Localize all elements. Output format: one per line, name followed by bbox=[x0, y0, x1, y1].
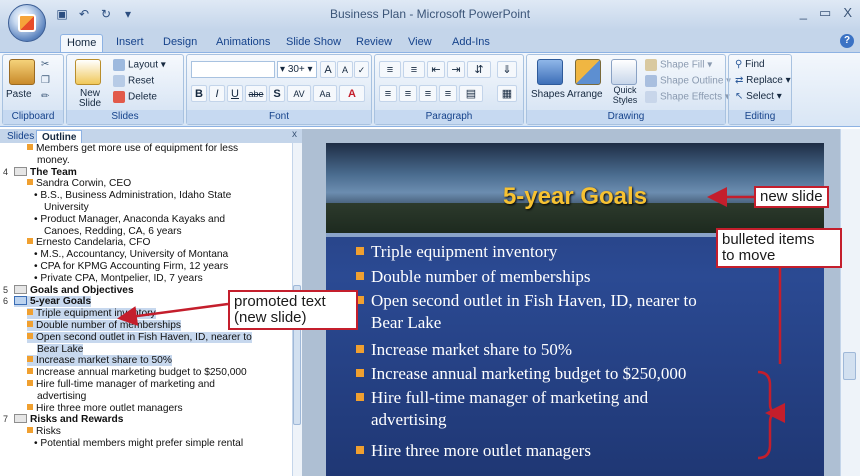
office-logo-icon bbox=[18, 14, 36, 32]
arrow-promoted bbox=[117, 302, 229, 326]
office-button[interactable] bbox=[8, 4, 46, 42]
brace-bulleted bbox=[757, 370, 779, 460]
callout-arrows bbox=[117, 187, 785, 460]
